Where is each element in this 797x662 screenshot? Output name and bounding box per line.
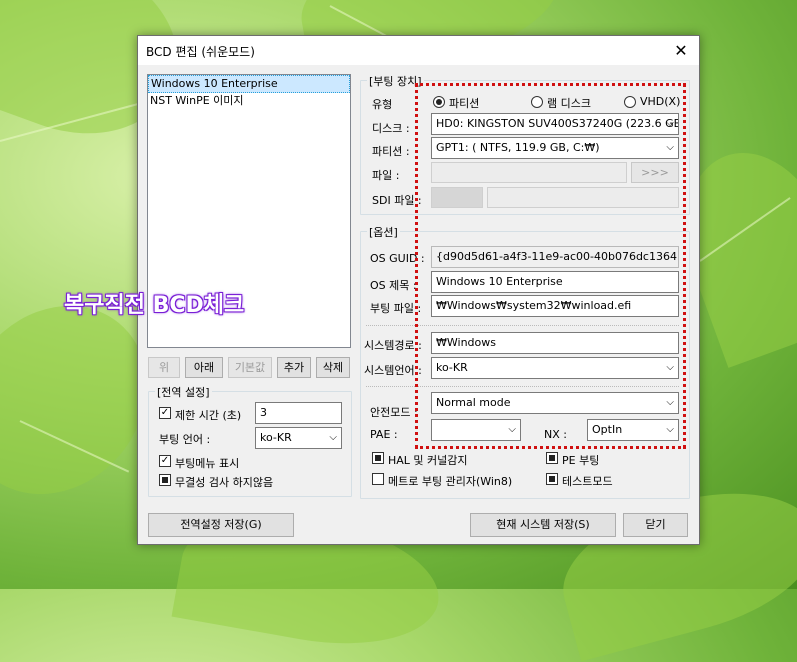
chevron-down-icon: ⌵ — [508, 424, 516, 435]
annotation-caption: 복구직전 BCD체크 — [64, 293, 245, 318]
show-boot-menu-label: 부팅메뉴 표시 — [175, 457, 240, 470]
boot-language-label: 부팅 언어 : — [159, 433, 211, 446]
boot-language-value: ko-KR — [260, 431, 292, 444]
pae-label: PAE : — [370, 428, 398, 441]
metro-boot-manager-checkbox[interactable] — [372, 473, 384, 485]
set-default-button[interactable]: 기본값 — [228, 357, 272, 378]
boot-file-label: 부팅 파일 : — [370, 302, 422, 315]
os-guid-field: {d90d5d61-a4f3-11e9-ac00-40b076dc1364} — [431, 246, 679, 268]
system-language-value: ko-KR — [436, 361, 468, 374]
partition-select[interactable]: GPT1: ( NTFS, 119.9 GB, C:₩) ⌵ — [431, 137, 679, 159]
timeout-input[interactable]: 3 — [255, 402, 342, 424]
test-mode-checkbox[interactable] — [546, 473, 558, 485]
vhd-radio[interactable] — [624, 96, 636, 108]
vhd-radio-label: VHD(X) — [640, 95, 681, 108]
save-global-settings-button[interactable]: 전역설정 저장(G) — [148, 513, 294, 537]
file-label: 파일 : — [372, 169, 400, 182]
list-item[interactable]: Windows 10 Enterprise — [148, 75, 350, 93]
nx-value: OptIn — [592, 423, 623, 436]
global-settings-legend: [전역 설정] — [155, 384, 212, 400]
hal-detection-label: HAL 및 커널감지 — [388, 454, 468, 467]
metro-boot-manager-label: 메트로 부팅 관리자(Win8) — [388, 475, 513, 488]
boot-device-legend: [부팅 장치] — [367, 73, 424, 89]
safe-mode-select[interactable]: Normal mode ⌵ — [431, 392, 679, 414]
pae-select[interactable]: ⌵ — [431, 419, 521, 441]
disk-select[interactable]: HD0: KINGSTON SUV400S37240G (223.6 GB, C… — [431, 113, 679, 135]
no-integrity-checks-checkbox[interactable] — [159, 474, 171, 486]
save-current-system-button[interactable]: 현재 시스템 저장(S) — [470, 513, 616, 537]
pe-boot-checkbox[interactable] — [546, 452, 558, 464]
list-item[interactable]: NST WinPE 이미지 — [148, 93, 350, 109]
sdi-file-label: SDI 파일 : — [372, 194, 422, 207]
partition-radio-label: 파티션 — [449, 97, 480, 110]
no-integrity-checks-label: 무결성 검사 하지않음 — [175, 476, 274, 489]
boot-type-label: 유형 — [372, 98, 393, 111]
add-entry-button[interactable]: 추가 — [277, 357, 311, 378]
chevron-down-icon: ⌵ — [666, 362, 674, 373]
options-separator — [366, 386, 679, 387]
system-root-label: 시스템경로 : — [364, 339, 422, 352]
os-guid-label: OS GUID : — [370, 252, 425, 265]
timeout-checkbox[interactable]: ✓ — [159, 407, 171, 419]
partition-radio[interactable] — [433, 96, 445, 108]
os-title-input[interactable]: Windows 10 Enterprise — [431, 271, 679, 293]
nx-label: NX : — [544, 428, 567, 441]
disk-value: HD0: KINGSTON SUV400S37240G (223.6 GB, C — [436, 117, 679, 130]
chevron-down-icon: ⌵ — [666, 142, 674, 153]
hal-detection-checkbox[interactable] — [372, 452, 384, 464]
chevron-down-icon: ⌵ — [666, 118, 674, 129]
pe-boot-label: PE 부팅 — [562, 454, 600, 467]
close-icon[interactable]: ✕ — [663, 36, 699, 65]
system-root-input[interactable]: ₩Windows — [431, 332, 679, 354]
ramdisk-radio[interactable] — [531, 96, 543, 108]
boot-file-input[interactable]: ₩Windows₩system32₩winload.efi — [431, 295, 679, 317]
file-input[interactable] — [431, 162, 627, 183]
move-up-button[interactable]: 위 — [148, 357, 180, 378]
show-boot-menu-checkbox[interactable]: ✓ — [159, 455, 171, 467]
move-down-button[interactable]: 아래 — [185, 357, 223, 378]
delete-entry-button[interactable]: 삭제 — [316, 357, 350, 378]
window-title: BCD 편집 (쉬운모드) — [146, 45, 255, 59]
system-language-select[interactable]: ko-KR ⌵ — [431, 357, 679, 379]
sdi-path-input[interactable] — [487, 187, 679, 208]
os-title-label: OS 제목 : — [370, 279, 417, 292]
chevron-down-icon: ⌵ — [666, 424, 674, 435]
safe-mode-label: 안전모드 : — [370, 406, 418, 419]
close-button[interactable]: 닫기 — [623, 513, 688, 537]
chevron-down-icon: ⌵ — [666, 397, 674, 408]
chevron-down-icon: ⌵ — [329, 432, 337, 443]
options-legend: [옵션] — [367, 224, 400, 240]
options-separator — [366, 325, 679, 326]
disk-label: 디스크 : — [372, 122, 410, 135]
safe-mode-value: Normal mode — [436, 396, 511, 409]
browse-file-button[interactable]: >>> — [631, 162, 679, 183]
timeout-label: 제한 시간 (초) — [175, 409, 242, 422]
nx-select[interactable]: OptIn ⌵ — [587, 419, 679, 441]
ramdisk-radio-label: 램 디스크 — [547, 97, 591, 110]
partition-label: 파티션 : — [372, 145, 410, 158]
test-mode-label: 테스트모드 — [562, 475, 613, 488]
partition-value: GPT1: ( NTFS, 119.9 GB, C:₩) — [436, 141, 600, 154]
title-bar: BCD 편집 (쉬운모드) ✕ — [138, 36, 699, 65]
boot-language-select[interactable]: ko-KR ⌵ — [255, 427, 342, 449]
system-language-label: 시스템언어 : — [364, 364, 422, 377]
sdi-device-input[interactable] — [431, 187, 483, 208]
